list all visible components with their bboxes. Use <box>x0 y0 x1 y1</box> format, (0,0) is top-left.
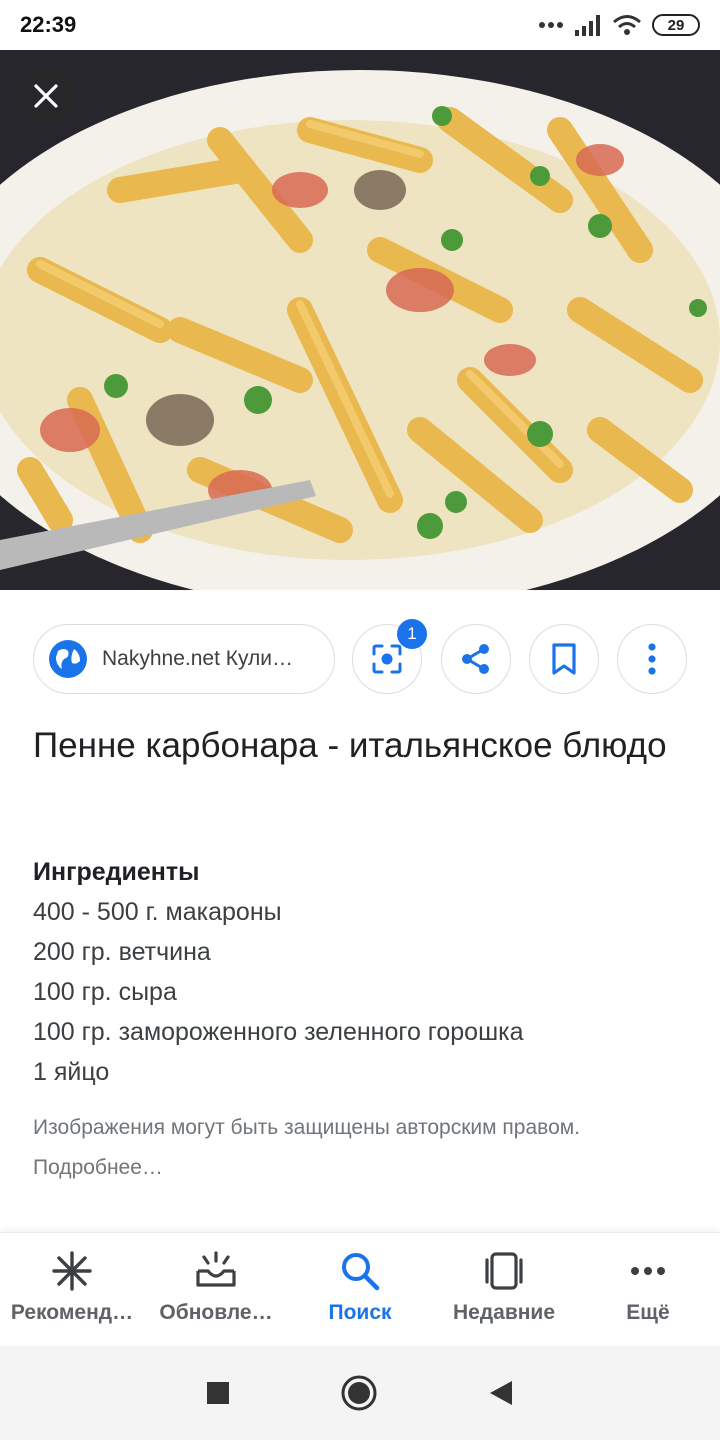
ingredient-item: 100 гр. сыра <box>33 978 177 1006</box>
nav-recommendations[interactable]: Рекоменд… <box>0 1233 144 1344</box>
nav-label: Недавние <box>452 1301 556 1324</box>
battery-level: 29 <box>667 16 685 34</box>
ingredient-item: 200 гр. ветчина <box>33 938 211 966</box>
updates-tray-icon <box>196 1251 236 1287</box>
nav-label: Поиск <box>328 1301 392 1324</box>
nav-more[interactable]: Ещё <box>576 1233 720 1344</box>
more-vert-icon <box>648 643 656 675</box>
ingredients-block: Ингредиенты 400 - 500 г. макароны 200 гр… <box>33 852 693 1092</box>
globe-icon <box>49 640 87 678</box>
close-icon <box>34 84 58 108</box>
nav-label: Рекоменд… <box>10 1301 134 1324</box>
source-chip[interactable]: Nakyhne.net Кули… <box>33 624 335 694</box>
lens-badge: 1 <box>397 619 427 649</box>
signal-icon <box>575 15 600 36</box>
ingredient-item: 400 - 500 г. макароны <box>33 898 282 926</box>
status-bar: 22:39 29 <box>0 0 720 50</box>
more-options-button[interactable] <box>617 624 687 694</box>
ingredient-item: 100 гр. замороженного зеленного горошка <box>33 1018 524 1046</box>
nav-label: Ещё <box>626 1301 670 1324</box>
recents-square-icon[interactable] <box>206 1381 230 1405</box>
ingredient-item: 1 яйцо <box>33 1058 110 1086</box>
nav-label: Обновле… <box>159 1301 273 1324</box>
back-triangle-icon[interactable] <box>488 1379 514 1407</box>
battery-icon: 29 <box>652 14 700 36</box>
pasta-image <box>0 50 720 590</box>
more-notifications-icon <box>539 22 563 28</box>
more-dots-icon <box>631 1267 665 1275</box>
lens-button[interactable]: 1 <box>352 619 427 694</box>
bottom-navigation: Рекоменд… Обновле… Поиск Недавние Ещё <box>0 1232 720 1344</box>
wifi-icon <box>613 15 641 35</box>
share-button[interactable] <box>441 624 511 694</box>
dish-photo[interactable] <box>0 50 720 590</box>
status-time: 22:39 <box>20 12 77 37</box>
copyright-note: Изображения могут быть защищены авторски… <box>33 1116 581 1139</box>
recent-cards-icon <box>485 1252 523 1290</box>
more-link[interactable]: Подробнее… <box>33 1148 693 1188</box>
save-button[interactable] <box>529 624 599 694</box>
status-icons: 29 <box>538 14 700 36</box>
bookmark-icon <box>552 643 576 675</box>
source-label: Nakyhne.net Кули… <box>102 647 293 670</box>
page-title: Пенне карбонара - итальянское блюдо <box>33 726 667 765</box>
close-button[interactable] <box>20 70 72 122</box>
nav-search[interactable]: Поиск <box>288 1233 432 1344</box>
home-circle-icon[interactable] <box>340 1374 378 1412</box>
search-icon <box>342 1253 380 1291</box>
system-navigation-bar <box>0 1346 720 1440</box>
nav-recent[interactable]: Недавние <box>432 1233 576 1344</box>
share-icon <box>462 644 489 674</box>
ingredients-heading: Ингредиенты <box>33 858 200 886</box>
nav-updates[interactable]: Обновле… <box>144 1233 288 1344</box>
asterisk-icon <box>52 1251 92 1291</box>
copyright-note-block: Изображения могут быть защищены авторски… <box>33 1108 693 1188</box>
lens-icon <box>372 644 402 674</box>
